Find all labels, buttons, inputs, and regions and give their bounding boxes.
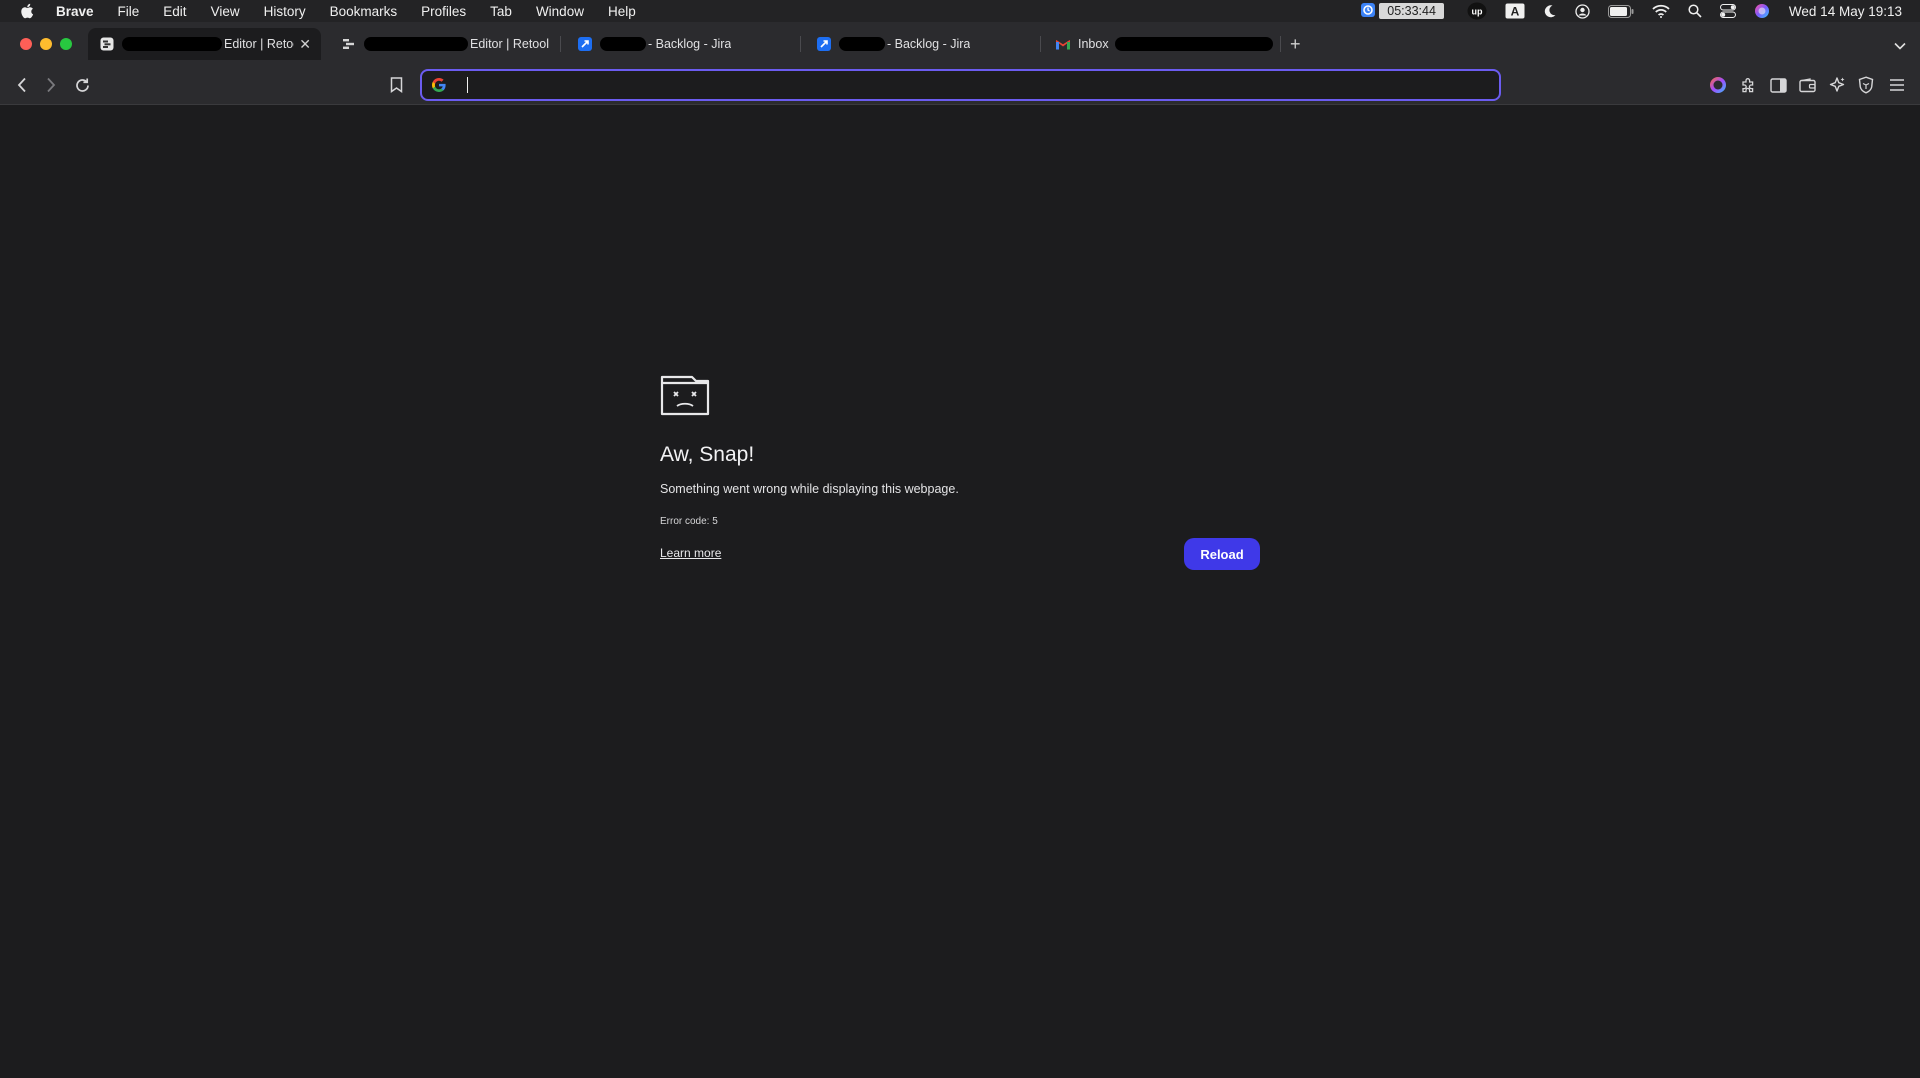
tab-inbox-gmail[interactable]: Inbox xyxy=(1044,28,1276,60)
sad-tab-icon xyxy=(660,375,710,416)
leo-ai-icon[interactable] xyxy=(1827,75,1847,95)
time-tracker-value: 05:33:44 xyxy=(1379,3,1444,19)
url-input[interactable] xyxy=(457,77,1499,93)
sidebar-toggle-icon[interactable] xyxy=(1768,75,1788,95)
tab-editor-retool[interactable]: Editor | Retool xyxy=(330,28,555,60)
extensions-icon[interactable] xyxy=(1738,75,1758,95)
redacted-text xyxy=(1114,37,1273,51)
siri-icon[interactable] xyxy=(1754,3,1770,19)
crash-error-page: Aw, Snap! Something went wrong while dis… xyxy=(660,372,1260,570)
moon-icon[interactable] xyxy=(1543,4,1557,18)
menu-edit[interactable]: Edit xyxy=(163,4,186,19)
tab-title: Editor | Retool xyxy=(470,37,549,51)
menu-file[interactable]: File xyxy=(118,4,140,19)
jira-icon xyxy=(578,37,592,51)
tab-strip: Editor | Retool ✕ Editor | Retool - Back… xyxy=(0,22,1920,65)
tab-editor-retool-active[interactable]: Editor | Retool ✕ xyxy=(88,28,321,60)
tab-separator xyxy=(800,36,801,52)
tab-title: Inbox xyxy=(1078,37,1109,51)
close-tab-icon[interactable]: ✕ xyxy=(299,36,311,53)
reload-button[interactable]: Reload xyxy=(1184,538,1260,570)
window-controls xyxy=(20,38,80,50)
forward-button[interactable] xyxy=(41,75,61,95)
new-tab-button[interactable]: + xyxy=(1290,34,1301,55)
tab-title: - Backlog - Jira xyxy=(648,37,732,51)
time-tracker[interactable]: 05:33:44 xyxy=(1360,2,1444,21)
gmail-icon xyxy=(1056,37,1070,51)
menu-tab[interactable]: Tab xyxy=(490,4,512,19)
wifi-icon[interactable] xyxy=(1652,4,1670,18)
error-code: Error code: 5 xyxy=(660,516,718,527)
jira-icon xyxy=(817,37,831,51)
bookmark-icon[interactable] xyxy=(386,75,406,95)
menu-view[interactable]: View xyxy=(211,4,240,19)
tab-title: Editor | Retool xyxy=(224,37,294,51)
apple-logo-icon[interactable] xyxy=(20,3,34,19)
redacted-text xyxy=(600,37,646,51)
retool-icon xyxy=(100,37,114,51)
google-search-icon xyxy=(431,77,447,93)
tab-backlog-jira-2[interactable]: - Backlog - Jira xyxy=(805,28,1030,60)
spotlight-search-icon[interactable] xyxy=(1688,4,1702,18)
close-window-button[interactable] xyxy=(20,38,32,50)
error-message: Something went wrong while displaying th… xyxy=(660,482,959,496)
time-tracker-icon xyxy=(1360,2,1376,21)
menubar-status-area: 05:33:44 up A Wed 14 May 19:13 xyxy=(1360,0,1920,22)
redacted-text xyxy=(122,37,222,51)
redacted-text xyxy=(839,37,885,51)
address-bar[interactable] xyxy=(420,69,1501,101)
menubar-clock[interactable]: Wed 14 May 19:13 xyxy=(1789,4,1902,19)
battery-icon[interactable] xyxy=(1607,4,1634,18)
tab-separator xyxy=(1280,36,1281,52)
back-button[interactable] xyxy=(12,75,32,95)
browser-toolbar xyxy=(0,65,1920,105)
redacted-text xyxy=(364,37,468,51)
menu-profiles[interactable]: Profiles xyxy=(421,4,466,19)
input-source-icon[interactable]: A xyxy=(1505,3,1525,19)
error-heading: Aw, Snap! xyxy=(660,443,755,466)
tab-separator xyxy=(560,36,561,52)
menu-window[interactable]: Window xyxy=(536,4,584,19)
tab-backlog-jira-1[interactable]: - Backlog - Jira xyxy=(566,28,791,60)
menu-app-name[interactable]: Brave xyxy=(56,4,94,19)
hamburger-menu-icon[interactable] xyxy=(1887,75,1907,95)
retool-icon xyxy=(342,37,356,51)
upwork-icon[interactable]: up xyxy=(1467,2,1487,20)
menu-bookmarks[interactable]: Bookmarks xyxy=(330,4,398,19)
menu-history[interactable]: History xyxy=(264,4,306,19)
control-center-icon[interactable] xyxy=(1719,4,1736,18)
reload-icon[interactable] xyxy=(72,75,92,95)
macos-menu-bar: Brave File Edit View History Bookmarks P… xyxy=(0,0,1920,22)
tab-separator xyxy=(1040,36,1041,52)
minimize-window-button[interactable] xyxy=(40,38,52,50)
menu-help[interactable]: Help xyxy=(608,4,636,19)
svg-text:up: up xyxy=(1471,7,1482,17)
chevron-down-icon[interactable] xyxy=(1894,37,1906,55)
brave-shields-icon[interactable] xyxy=(1856,75,1876,95)
maximize-window-button[interactable] xyxy=(60,38,72,50)
text-caret xyxy=(467,77,468,93)
learn-more-link[interactable]: Learn more xyxy=(660,546,721,560)
tab-title: - Backlog - Jira xyxy=(887,37,971,51)
brave-rewards-icon[interactable] xyxy=(1708,75,1728,95)
user-circle-icon[interactable] xyxy=(1575,3,1590,19)
svg-text:A: A xyxy=(1511,5,1520,19)
wallet-icon[interactable] xyxy=(1797,75,1817,95)
